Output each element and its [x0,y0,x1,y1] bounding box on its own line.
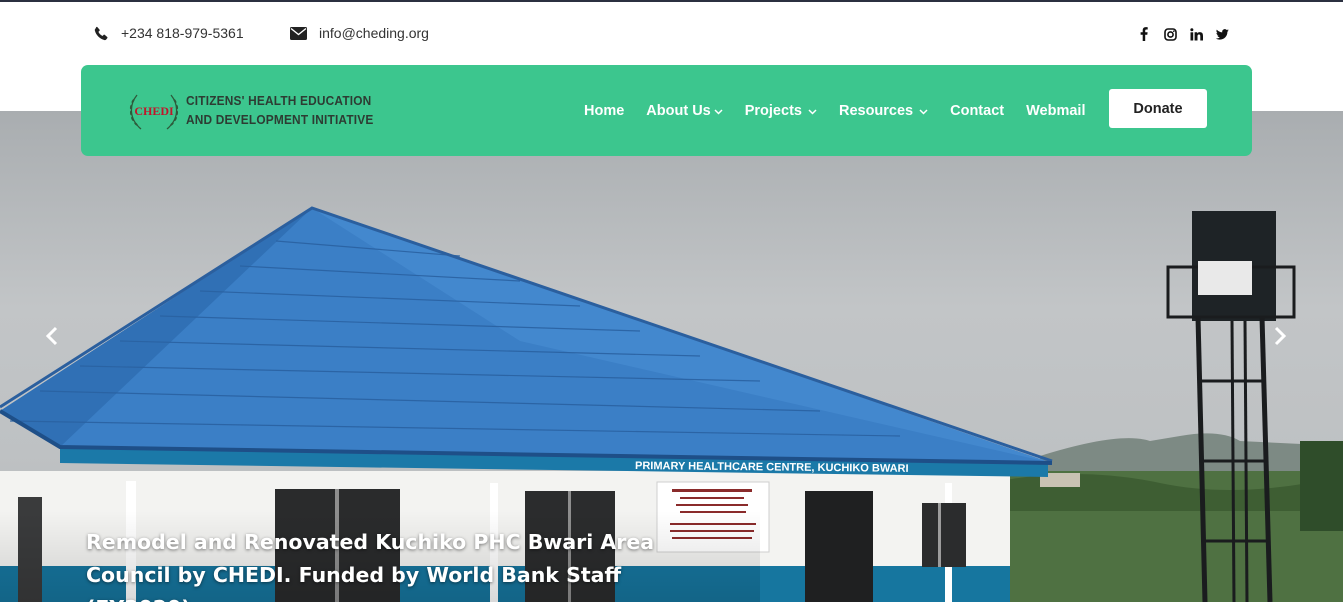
nav-label: Webmail [1026,102,1086,119]
nav-item-webmail[interactable]: Webmail [1026,103,1085,119]
phone-number: +234 818-979-5361 [121,25,244,41]
chevron-right-icon [1274,326,1287,346]
instagram-icon[interactable] [1163,26,1177,42]
nav-label: Home [584,102,625,119]
main-navbar: CHEDI CITIZENS' HEALTH EDUCATION AND DEV… [81,65,1252,156]
logo-mark: CHEDI [134,104,174,118]
facebook-icon[interactable] [1137,26,1151,42]
envelope-icon [290,26,307,40]
slide-caption: Remodel and Renovated Kuchiko PHC Bwari … [86,526,706,602]
chevron-left-icon [45,326,58,346]
nav-label: Projects [744,102,802,119]
chevron-down-icon [808,108,817,115]
phone-icon [94,26,109,41]
slider-prev-button[interactable] [41,323,63,349]
nav-item-about-us[interactable]: About Us [646,102,723,119]
nav-label: Resources [838,102,914,119]
logo-line-1: CITIZENS' HEALTH EDUCATION [186,94,372,108]
logo-wordmark: CITIZENS' HEALTH EDUCATION AND DEVELOPME… [186,92,383,130]
nav-item-contact[interactable]: Contact [950,103,1004,119]
social-links [1137,26,1229,42]
chedi-laurel-logo-icon: CHEDI [129,94,179,130]
nav-menu: Home About Us Projects Resources Contact… [584,65,1107,156]
caption-line-2: Council by CHEDI. Funded by World Bank S… [86,563,622,602]
logo-line-2: AND DEVELOPMENT INITIATIVE [186,113,374,127]
caption-line-1: Remodel and Renovated Kuchiko PHC Bwari … [86,530,655,554]
donate-button[interactable]: Donate [1109,89,1207,128]
twitter-icon[interactable] [1215,26,1229,42]
nav-label: About Us [646,102,711,119]
nav-item-projects[interactable]: Projects [745,103,817,119]
linkedin-icon[interactable] [1189,26,1203,42]
chevron-down-icon [919,108,928,115]
email-contact[interactable]: info@cheding.org [290,25,429,41]
phone-contact[interactable]: +234 818-979-5361 [94,25,244,41]
chevron-down-icon [714,108,723,115]
nav-item-resources[interactable]: Resources [839,103,928,119]
slider-next-button[interactable] [1269,323,1291,349]
email-address: info@cheding.org [319,25,429,41]
nav-item-home[interactable]: Home [584,103,624,119]
site-logo[interactable]: CHEDI CITIZENS' HEALTH EDUCATION AND DEV… [127,89,383,133]
nav-label: Contact [950,102,1005,119]
